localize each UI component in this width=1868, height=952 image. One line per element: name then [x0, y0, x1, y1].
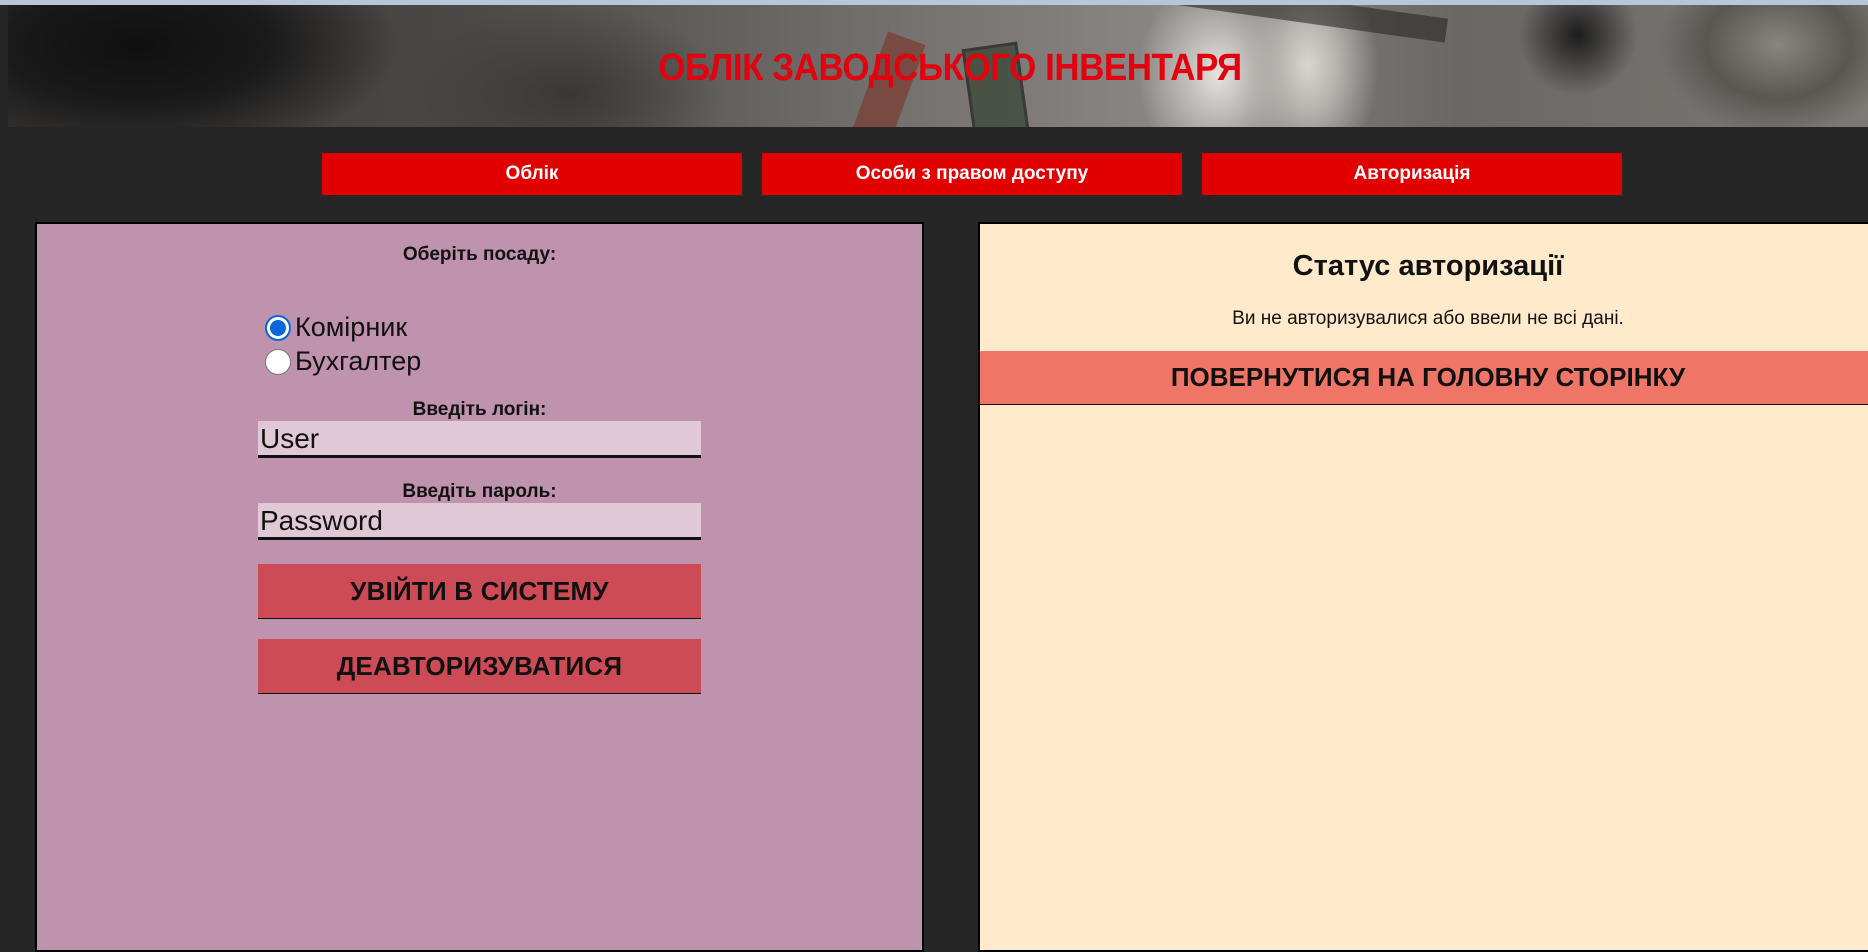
login-input[interactable]: User	[258, 421, 701, 458]
radio-button-checked[interactable]	[265, 314, 291, 341]
login-button[interactable]: УВІЙТИ В СИСТЕМУ	[258, 564, 701, 619]
role-label: Комірник	[295, 312, 408, 342]
nav-button-authorization[interactable]: Авторизація	[1202, 153, 1622, 195]
main-nav: Облік Особи з правом доступу Авторизація	[0, 153, 1868, 195]
page-title: ОБЛІК ЗАВОДСЬКОГО ІНВЕНТАРЯ	[658, 47, 1242, 89]
header-banner: ОБЛІК ЗАВОДСЬКОГО ІНВЕНТАРЯ	[8, 5, 1868, 127]
logout-button[interactable]: ДЕАВТОРИЗУВАТИСЯ	[258, 639, 701, 694]
nav-button-access-persons[interactable]: Особи з правом доступу	[762, 153, 1182, 195]
position-label: Оберіть посаду:	[402, 244, 557, 265]
role-option-accountant[interactable]: Бухгалтер	[265, 346, 421, 377]
role-option-storekeeper[interactable]: Комірник	[265, 312, 407, 343]
login-label: Введіть логін:	[412, 399, 547, 420]
role-label: Бухгалтер	[295, 346, 422, 376]
status-title: Статус авторизації	[1292, 250, 1564, 282]
password-label: Введіть пароль:	[402, 481, 557, 502]
banner-background-shape	[1107, 5, 1449, 43]
nav-button-accounting[interactable]: Облік	[322, 153, 742, 195]
radio-button[interactable]	[265, 348, 291, 375]
login-panel: Оберіть посаду: Комірник Бухгалтер Введі…	[35, 222, 924, 952]
home-button[interactable]: ПОВЕРНУТИСЯ НА ГОЛОВНУ СТОРІНКУ	[980, 351, 1868, 405]
status-message: Ви не авторизувалися або ввели не всі да…	[1232, 308, 1624, 329]
status-panel: Статус авторизації Ви не авторизувалися …	[978, 222, 1868, 952]
password-input[interactable]: Password	[258, 503, 701, 540]
